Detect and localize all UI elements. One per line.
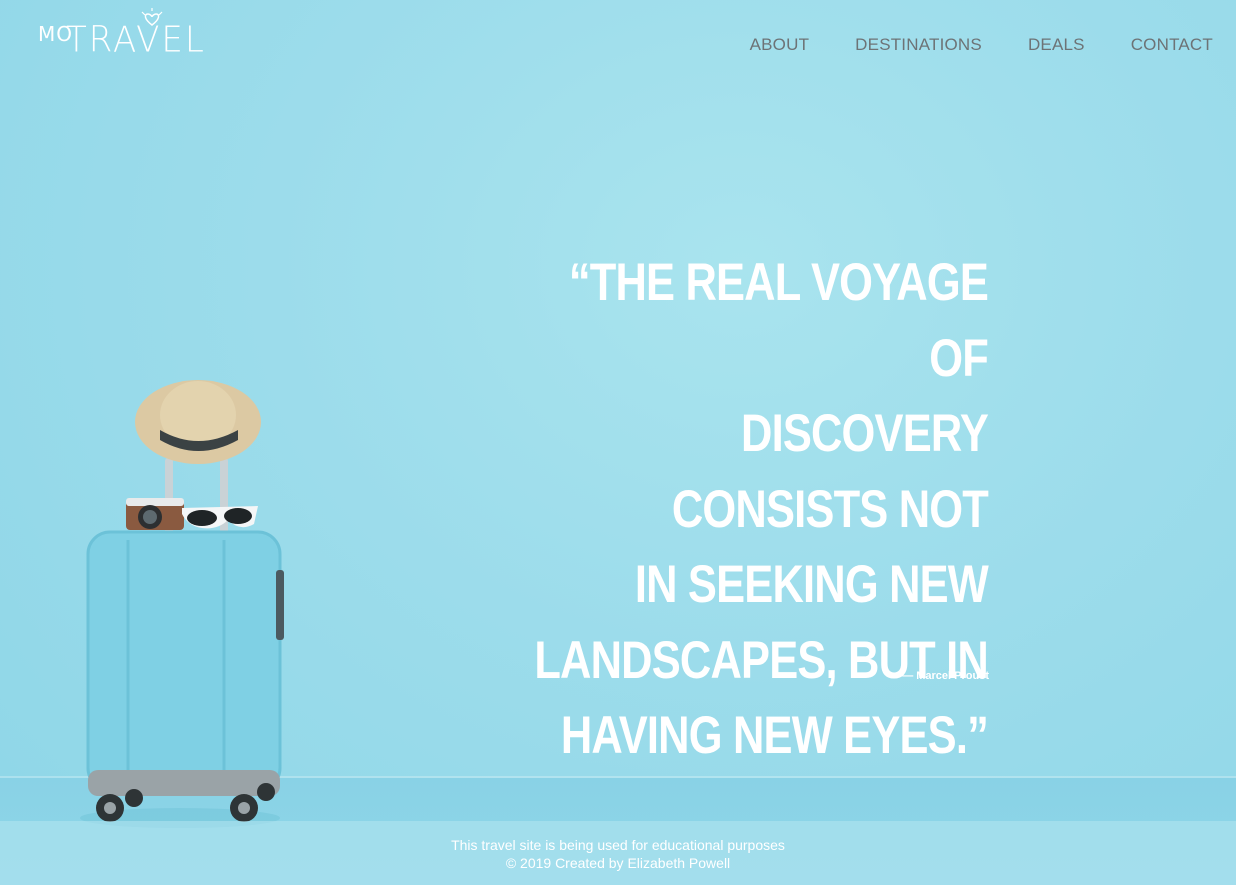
quote-author: — Marcel Proust bbox=[902, 670, 989, 682]
quote-line: DISCOVERY CONSISTS NOT bbox=[671, 404, 989, 539]
quote-line: “THE REAL VOYAGE OF bbox=[568, 253, 989, 388]
quote-line: HAVING NEW EYES.” bbox=[560, 706, 989, 765]
hero-section: MO TRAVEL ABOUT DESTINATIONS DEALS CONTA… bbox=[0, 0, 1236, 885]
hero-quote: “THE REAL VOYAGE OF DISCOVERY CONSISTS N… bbox=[529, 245, 988, 774]
quote-line: IN SEEKING NEW bbox=[634, 555, 989, 614]
footer-copyright: © 2019 Created by Elizabeth Powell bbox=[505, 855, 731, 871]
nav-link-about[interactable]: ABOUT bbox=[750, 34, 810, 56]
heart-icon bbox=[141, 8, 163, 26]
footer-disclaimer: This travel site is being used for educa… bbox=[451, 837, 785, 853]
nav-link-destinations[interactable]: DESTINATIONS bbox=[855, 34, 982, 56]
logo-travel-text: TRAVEL bbox=[66, 19, 206, 61]
main-nav: ABOUT DESTINATIONS DEALS CONTACT bbox=[704, 34, 1213, 56]
site-footer: This travel site is being used for educa… bbox=[0, 821, 1236, 885]
suitcase-illustration bbox=[80, 380, 284, 828]
nav-link-deals[interactable]: DEALS bbox=[1028, 34, 1085, 56]
quote-line: LANDSCAPES, BUT IN bbox=[534, 630, 988, 690]
site-logo[interactable]: MO TRAVEL bbox=[36, 8, 204, 64]
nav-link-contact[interactable]: CONTACT bbox=[1131, 34, 1213, 56]
